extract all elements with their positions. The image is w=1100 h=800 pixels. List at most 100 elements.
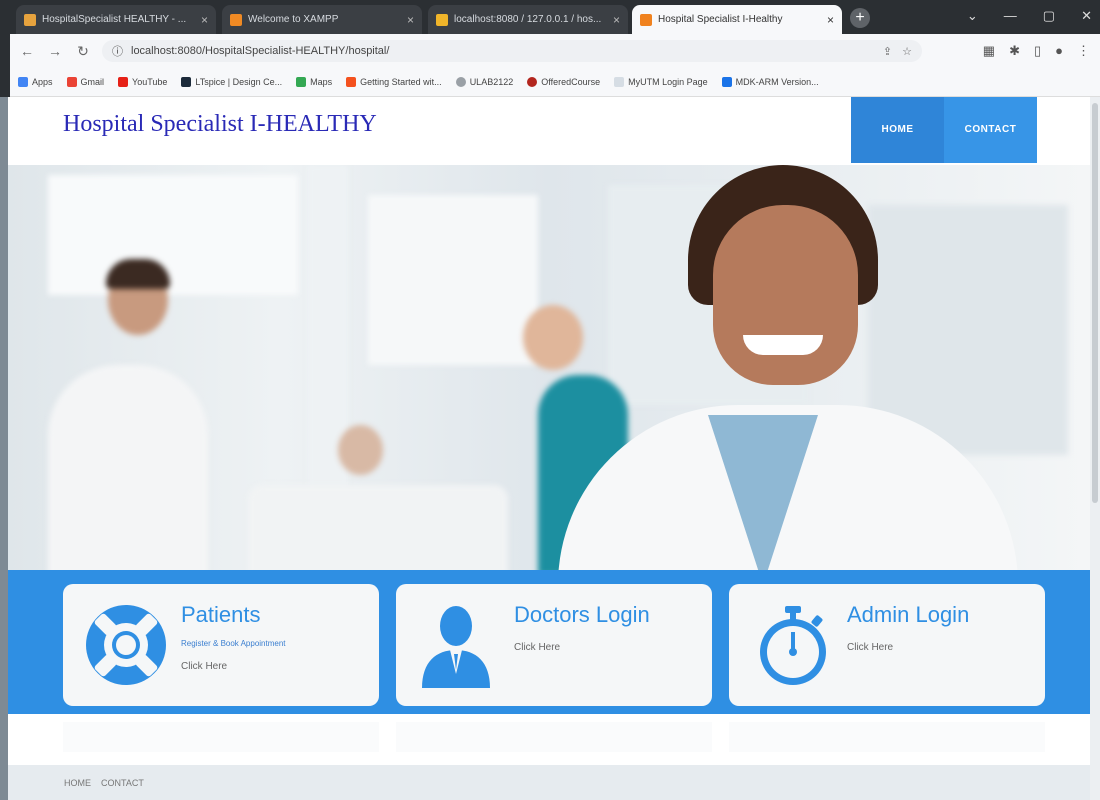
browser-tab-active[interactable]: Hospital Specialist I-Healthy ×	[632, 5, 842, 34]
card-title[interactable]: Patients	[181, 602, 261, 628]
bookmark-getting-started[interactable]: Getting Started wit...	[346, 77, 442, 87]
service-cards-band: Patients Register & Book Appointment Cli…	[8, 570, 1090, 714]
close-tab-icon[interactable]: ×	[407, 13, 414, 27]
close-tab-icon[interactable]: ×	[613, 13, 620, 27]
bookmark-maps[interactable]: Maps	[296, 77, 332, 87]
pdf-icon	[346, 77, 357, 87]
lifebuoy-icon	[86, 605, 166, 685]
admin-login-card[interactable]: Admin Login Click Here	[729, 584, 1045, 706]
forward-icon[interactable]: →	[46, 43, 64, 59]
nav-contact-link[interactable]: CONTACT	[944, 97, 1037, 163]
bookmark-mdk-arm[interactable]: MDK-ARM Version...	[721, 77, 819, 87]
menu-icon[interactable]: ⋮	[1077, 43, 1090, 59]
tab-label: localhost:8080 / 127.0.0.1 / hos...	[454, 14, 602, 25]
bookmark-label: MDK-ARM Version...	[735, 77, 819, 87]
xampp-favicon-icon	[230, 13, 242, 26]
profile-icon[interactable]: ●	[1055, 43, 1063, 59]
close-window-icon[interactable]: ✕	[1081, 8, 1092, 24]
page-icon	[614, 77, 625, 87]
page-scrollbar[interactable]	[1090, 97, 1100, 800]
tab-label: Hospital Specialist I-Healthy	[658, 14, 783, 25]
bookmark-myutm[interactable]: MyUTM Login Page	[614, 77, 708, 87]
main-nav: HOME CONTACT	[851, 97, 1037, 163]
patients-card[interactable]: Patients Register & Book Appointment Cli…	[63, 584, 379, 706]
toolbar-extensions: ▦ ✱ ▯ ● ⋮	[983, 43, 1100, 59]
back-icon[interactable]: ←	[18, 43, 36, 59]
close-tab-icon[interactable]: ×	[827, 13, 834, 27]
url-text: localhost:8080/HospitalSpecialist-HEALTH…	[131, 45, 390, 57]
browser-toolbar: ← → ↻ ⓘ localhost:8080/HospitalSpecialis…	[10, 34, 1100, 68]
hero-image	[8, 165, 1090, 570]
bookmark-gmail[interactable]: Gmail	[66, 77, 105, 87]
card-title[interactable]: Admin Login	[847, 602, 969, 628]
stopwatch-icon	[760, 606, 826, 685]
footer-home-link[interactable]: HOME	[64, 778, 91, 788]
tab-strip: HospitalSpecialist HEALTHY - ... × Welco…	[10, 0, 1100, 34]
browser-tab[interactable]: localhost:8080 / 127.0.0.1 / hos... ×	[428, 5, 628, 34]
window-frame	[0, 0, 8, 800]
doctor-icon	[422, 606, 490, 688]
bookmarks-bar: Apps Gmail YouTube LTspice | Design Ce..…	[10, 68, 1100, 97]
bookmark-label: LTspice | Design Ce...	[195, 77, 283, 87]
site-favicon-icon	[24, 13, 36, 26]
nav-home-link[interactable]: HOME	[851, 97, 944, 163]
address-bar[interactable]: ⓘ localhost:8080/HospitalSpecialist-HEAL…	[102, 40, 922, 62]
site-title[interactable]: Hospital Specialist I-HEALTHY	[63, 111, 377, 138]
mdk-icon	[721, 77, 732, 87]
bookmark-label: MyUTM Login Page	[628, 77, 708, 87]
bookmark-label: Getting Started wit...	[360, 77, 442, 87]
site-footer: HOME CONTACT	[8, 765, 1090, 800]
bookmark-ulab[interactable]: ULAB2122	[455, 77, 514, 87]
web-page: Hospital Specialist I-HEALTHY HOME CONTA…	[8, 97, 1100, 800]
info-icon[interactable]: ⓘ	[112, 43, 123, 59]
bookmark-label: Maps	[310, 77, 333, 87]
sidepanel-icon[interactable]: ▯	[1034, 43, 1041, 59]
minimize-icon[interactable]: —	[1004, 8, 1017, 24]
share-icon[interactable]: ⇪	[883, 45, 892, 58]
window-controls: ⌄ — ▢ ✕	[967, 8, 1092, 24]
ltspice-icon	[181, 77, 192, 87]
card-link[interactable]: Click Here	[514, 642, 560, 653]
bookmark-label: OfferedCourse	[541, 77, 601, 87]
tab-search-icon[interactable]: ⌄	[967, 8, 978, 24]
phpmyadmin-favicon-icon	[436, 13, 448, 26]
bookmark-label: ULAB2122	[469, 77, 514, 87]
card-link[interactable]: Click Here	[181, 661, 227, 672]
apps-grid-icon	[18, 77, 28, 87]
browser-tab[interactable]: HospitalSpecialist HEALTHY - ... ×	[16, 5, 216, 34]
gmail-icon	[66, 77, 77, 87]
course-icon	[527, 77, 538, 87]
reload-icon[interactable]: ↻	[74, 43, 92, 60]
bookmark-offered-course[interactable]: OfferedCourse	[527, 77, 600, 87]
youtube-icon	[118, 77, 129, 87]
bookmark-label: YouTube	[132, 77, 168, 87]
close-tab-icon[interactable]: ×	[201, 13, 208, 27]
card-title[interactable]: Doctors Login	[514, 602, 650, 628]
card-shadow	[729, 722, 1045, 752]
card-subtitle: Register & Book Appointment	[181, 639, 286, 648]
site-favicon-icon	[640, 13, 652, 26]
browser-tab[interactable]: Welcome to XAMPP ×	[222, 5, 422, 34]
bookmark-apps[interactable]: Apps	[18, 77, 53, 87]
bookmark-label: Gmail	[80, 77, 105, 87]
extension-icon[interactable]: ▦	[983, 43, 995, 59]
card-shadow	[396, 722, 712, 752]
footer-contact-link[interactable]: CONTACT	[101, 778, 144, 788]
tab-label: Welcome to XAMPP	[248, 14, 339, 25]
bookmark-star-icon[interactable]: ☆	[902, 45, 912, 58]
browser-chrome: HospitalSpecialist HEALTHY - ... × Welco…	[0, 0, 1100, 97]
card-link[interactable]: Click Here	[847, 642, 893, 653]
new-tab-button[interactable]: +	[850, 8, 870, 28]
puzzle-icon[interactable]: ✱	[1009, 43, 1020, 59]
bookmark-label: Apps	[32, 77, 53, 87]
tab-label: HospitalSpecialist HEALTHY - ...	[42, 14, 187, 25]
globe-icon	[455, 77, 466, 87]
doctors-login-card[interactable]: Doctors Login Click Here	[396, 584, 712, 706]
scrollbar-thumb[interactable]	[1092, 103, 1098, 503]
bookmark-youtube[interactable]: YouTube	[118, 77, 167, 87]
maps-pin-icon	[296, 77, 307, 87]
maximize-icon[interactable]: ▢	[1043, 8, 1055, 24]
site-header: Hospital Specialist I-HEALTHY HOME CONTA…	[8, 97, 1090, 165]
bookmark-ltspice[interactable]: LTspice | Design Ce...	[181, 77, 282, 87]
card-shadow	[63, 722, 379, 752]
